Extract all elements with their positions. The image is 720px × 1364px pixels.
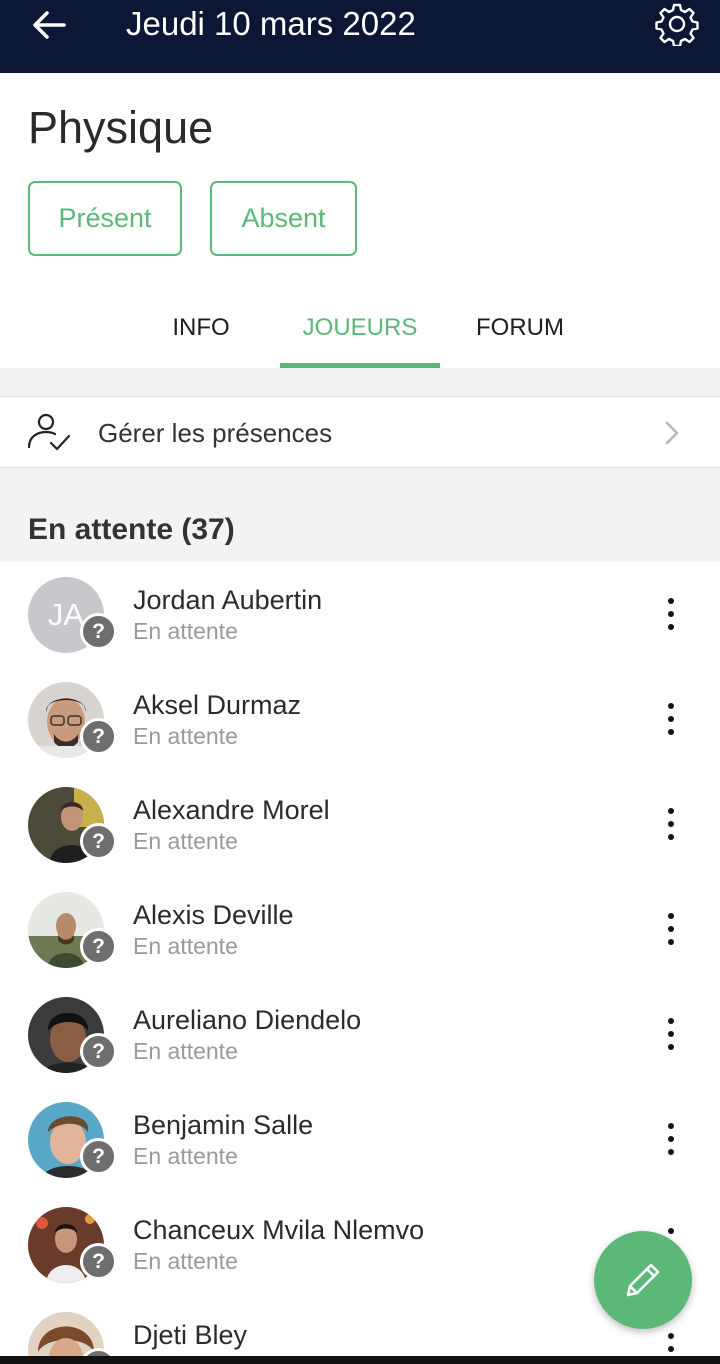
more-options-button[interactable] xyxy=(652,594,690,634)
user-check-icon xyxy=(26,411,74,455)
back-button[interactable] xyxy=(28,6,70,44)
player-status: En attente xyxy=(133,1248,238,1274)
pencil-icon xyxy=(626,1263,660,1297)
pending-badge: ? xyxy=(80,1138,117,1175)
more-vert-icon xyxy=(668,703,674,709)
pending-section-title: En attente (37) xyxy=(28,513,235,546)
screen-bottom-edge xyxy=(0,1356,720,1364)
list-item[interactable]: ? Aureliano Diendelo En attente xyxy=(0,982,720,1087)
pending-badge: ? xyxy=(80,823,117,860)
more-vert-icon xyxy=(668,808,674,814)
player-status: En attente xyxy=(133,723,238,749)
more-options-button[interactable] xyxy=(652,1119,690,1159)
player-name: Alexandre Morel xyxy=(133,795,330,825)
player-name: Chanceux Mvila Nlemvo xyxy=(133,1215,425,1245)
manage-attendance-label: Gérer les présences xyxy=(98,418,333,448)
player-status: En attente xyxy=(133,828,238,854)
player-name: Jordan Aubertin xyxy=(133,585,323,615)
tab-joueurs[interactable]: JOUEURS xyxy=(280,288,440,368)
pending-badge: ? xyxy=(80,613,117,650)
more-vert-icon xyxy=(668,913,674,919)
player-name: Aureliano Diendelo xyxy=(133,1005,362,1035)
list-item[interactable]: JA ? Jordan Aubertin En attente xyxy=(0,562,720,667)
chevron-right-icon xyxy=(660,419,684,447)
more-vert-icon xyxy=(668,1333,674,1339)
player-name: Alexis Deville xyxy=(133,900,294,930)
tab-forum[interactable]: FORUM xyxy=(440,288,600,368)
page-title: Jeudi 10 mars 2022 xyxy=(126,5,416,42)
list-item[interactable]: ? Benjamin Salle En attente xyxy=(0,1087,720,1192)
more-vert-icon xyxy=(668,1228,674,1234)
settings-button[interactable] xyxy=(654,2,700,48)
more-options-button[interactable] xyxy=(652,1014,690,1054)
more-vert-icon xyxy=(668,1123,674,1129)
gear-icon xyxy=(655,3,699,48)
present-button[interactable]: Présent xyxy=(28,181,182,256)
more-options-button[interactable] xyxy=(652,699,690,739)
list-item[interactable]: ? Aksel Durmaz En attente xyxy=(0,667,720,772)
more-options-button[interactable] xyxy=(652,804,690,844)
top-app-bar: Jeudi 10 mars 2022 xyxy=(0,0,720,73)
pending-badge: ? xyxy=(80,718,117,755)
more-options-button[interactable] xyxy=(652,909,690,949)
more-vert-icon xyxy=(668,1018,674,1024)
pending-badge: ? xyxy=(80,1033,117,1070)
player-name: Benjamin Salle xyxy=(133,1110,314,1140)
more-vert-icon xyxy=(668,598,674,604)
tab-bar: INFO JOUEURS FORUM xyxy=(0,288,720,368)
tab-info[interactable]: INFO xyxy=(121,288,281,368)
absent-button[interactable]: Absent xyxy=(210,181,357,256)
edit-fab-button[interactable] xyxy=(594,1231,692,1329)
list-item[interactable]: ? Alexis Deville En attente xyxy=(0,877,720,982)
manage-attendance-row[interactable]: Gérer les présences xyxy=(0,396,720,468)
player-name: Aksel Durmaz xyxy=(133,690,302,720)
player-status: En attente xyxy=(133,1143,238,1169)
player-status: En attente xyxy=(133,618,238,644)
player-status: En attente xyxy=(133,933,238,959)
pending-badge: ? xyxy=(80,928,117,965)
player-name: Djeti Bley xyxy=(133,1320,248,1350)
arrow-left-icon xyxy=(33,11,66,39)
player-status: En attente xyxy=(133,1038,238,1064)
list-item[interactable]: ? Alexandre Morel En attente xyxy=(0,772,720,877)
pending-badge: ? xyxy=(80,1243,117,1280)
event-title: Physique xyxy=(28,102,214,153)
